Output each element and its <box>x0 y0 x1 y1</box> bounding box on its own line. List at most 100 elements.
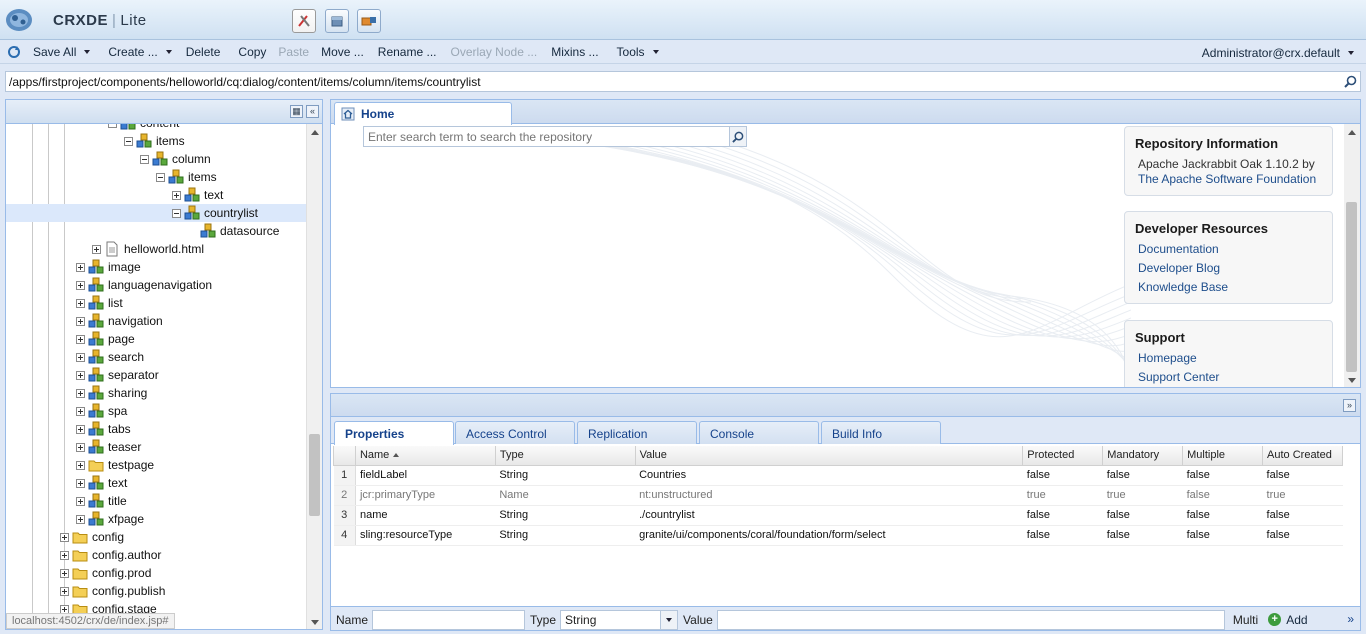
add-property-button[interactable]: + Add <box>1268 613 1308 627</box>
mixins-button[interactable]: Mixins ... <box>545 41 604 64</box>
property-value-input[interactable] <box>716 609 1225 630</box>
tree-node[interactable]: config.author <box>6 546 306 564</box>
collapse-tree-button[interactable]: « <box>306 105 319 118</box>
tools-button[interactable]: Tools <box>611 41 665 64</box>
column-header-type[interactable]: Type <box>494 446 636 466</box>
tree-node[interactable]: content <box>6 124 306 132</box>
expand-toggle-icon[interactable] <box>76 334 85 344</box>
collapse-toggle-icon[interactable] <box>124 136 133 146</box>
support-center-link[interactable]: Support Center <box>1135 370 1322 384</box>
paste-button[interactable]: Paste <box>272 41 315 64</box>
column-header-multiple[interactable]: Multiple <box>1182 446 1264 466</box>
expand-toggle-icon[interactable] <box>76 352 85 362</box>
multi-label[interactable]: Multi <box>1233 613 1258 627</box>
save-all-button[interactable]: Save All <box>27 41 96 64</box>
tree-node[interactable]: spa <box>6 402 306 420</box>
tree-node[interactable]: navigation <box>6 312 306 330</box>
tree-node[interactable]: image <box>6 258 306 276</box>
path-input[interactable] <box>6 72 1326 91</box>
expand-toggle-icon[interactable] <box>76 370 85 380</box>
tree-node[interactable]: separator <box>6 366 306 384</box>
tree-node[interactable]: items <box>6 132 306 150</box>
developer-blog-link[interactable]: Developer Blog <box>1135 261 1322 275</box>
tree-node[interactable]: text <box>6 474 306 492</box>
tab-console[interactable]: Console <box>699 421 819 444</box>
knowledge-base-link[interactable]: Knowledge Base <box>1135 280 1322 294</box>
scroll-down-icon[interactable] <box>311 620 319 625</box>
tab-home[interactable]: Home <box>334 102 512 125</box>
documentation-link[interactable]: Documentation <box>1135 242 1322 256</box>
tree-node[interactable]: sharing <box>6 384 306 402</box>
scroll-thumb[interactable] <box>309 434 320 516</box>
path-search-button[interactable] <box>1342 73 1359 90</box>
expand-toggle-icon[interactable] <box>172 190 181 200</box>
column-header-name[interactable]: Name <box>354 446 496 466</box>
homepage-link[interactable]: Homepage <box>1135 351 1322 365</box>
expand-toggle-icon[interactable] <box>76 514 85 524</box>
expand-toggle-icon[interactable] <box>60 586 69 596</box>
tree-node[interactable]: search <box>6 348 306 366</box>
collapse-toggle-icon[interactable] <box>140 154 149 164</box>
collapse-panel-button[interactable]: » <box>1343 399 1356 412</box>
expand-toggle-icon[interactable] <box>76 262 85 272</box>
rename-button[interactable]: Rename ... <box>372 41 443 64</box>
tree-node[interactable]: teaser <box>6 438 306 456</box>
column-header-auto-created[interactable]: Auto Created <box>1262 446 1343 466</box>
tab-access-control[interactable]: Access Control <box>455 421 575 444</box>
package-share-button[interactable] <box>357 9 381 33</box>
expand-toggle-icon[interactable] <box>76 496 85 506</box>
tree-options-button[interactable]: ▦ <box>290 105 303 118</box>
expand-toggle-icon[interactable] <box>76 316 85 326</box>
package-manager-button[interactable] <box>325 9 349 33</box>
tree-node[interactable]: testpage <box>6 456 306 474</box>
expand-toggle-icon[interactable] <box>60 532 69 542</box>
tree-node[interactable]: column <box>6 150 306 168</box>
tree-node[interactable]: config.prod <box>6 564 306 582</box>
expand-toggle-icon[interactable] <box>76 478 85 488</box>
expand-toggle-icon[interactable] <box>76 298 85 308</box>
crxde-mode-button[interactable] <box>292 9 316 33</box>
create-button[interactable]: Create ... <box>102 41 177 64</box>
tree-node[interactable]: items <box>6 168 306 186</box>
overlay-node-button[interactable]: Overlay Node ... <box>445 41 544 64</box>
table-row[interactable]: 3 name String ./countrylist false false false f… <box>333 505 1343 526</box>
property-type-select[interactable]: String <box>560 609 679 630</box>
scroll-up-icon[interactable] <box>311 130 319 135</box>
tree-node[interactable]: languagenavigation <box>6 276 306 294</box>
expand-toggle-icon[interactable] <box>76 460 85 470</box>
expand-toggle-icon[interactable] <box>76 424 85 434</box>
tree-node[interactable]: helloworld.html <box>6 240 306 258</box>
repository-search-button[interactable] <box>729 127 746 146</box>
tree-node[interactable]: page <box>6 330 306 348</box>
collapse-toggle-icon[interactable] <box>108 124 117 128</box>
home-scrollbar[interactable] <box>1344 124 1360 387</box>
column-header-value[interactable]: Value <box>634 446 1024 466</box>
table-row[interactable]: 1 fieldLabel String Countries false false fals… <box>333 465 1343 486</box>
collapse-toggle-icon[interactable] <box>156 172 165 182</box>
expand-toggle-icon[interactable] <box>76 388 85 398</box>
expand-toggle-icon[interactable] <box>60 568 69 578</box>
table-row[interactable]: 2 jcr:primaryType Name nt:unstructured true t… <box>333 485 1343 506</box>
move-button[interactable]: Move ... <box>315 41 370 64</box>
table-row[interactable]: 4 sling:resourceType String granite/ui/comp… <box>333 525 1343 546</box>
tab-replication[interactable]: Replication <box>577 421 697 444</box>
user-menu-button[interactable]: Administrator@crx.default <box>1196 41 1360 64</box>
tree-node[interactable]: xfpage <box>6 510 306 528</box>
delete-button[interactable]: Delete <box>180 41 227 64</box>
expand-toggle-icon[interactable] <box>76 406 85 416</box>
tree-node[interactable]: list <box>6 294 306 312</box>
tree-node[interactable]: title <box>6 492 306 510</box>
copy-button[interactable]: Copy <box>232 41 272 64</box>
scroll-up-icon[interactable] <box>1348 130 1356 135</box>
column-header-mandatory[interactable]: Mandatory <box>1102 446 1184 466</box>
tree-node[interactable]: text <box>6 186 306 204</box>
repository-search-input[interactable] <box>364 127 744 146</box>
tree-scrollbar[interactable] <box>306 124 322 629</box>
refresh-icon[interactable] <box>7 45 21 59</box>
expand-toggle-icon[interactable] <box>92 244 101 254</box>
double-chevron-right-icon[interactable]: » <box>1347 612 1354 626</box>
tab-properties[interactable]: Properties <box>334 421 454 445</box>
expand-toggle-icon[interactable] <box>76 280 85 290</box>
property-name-input[interactable] <box>372 609 526 630</box>
column-header-protected[interactable]: Protected <box>1022 446 1104 466</box>
